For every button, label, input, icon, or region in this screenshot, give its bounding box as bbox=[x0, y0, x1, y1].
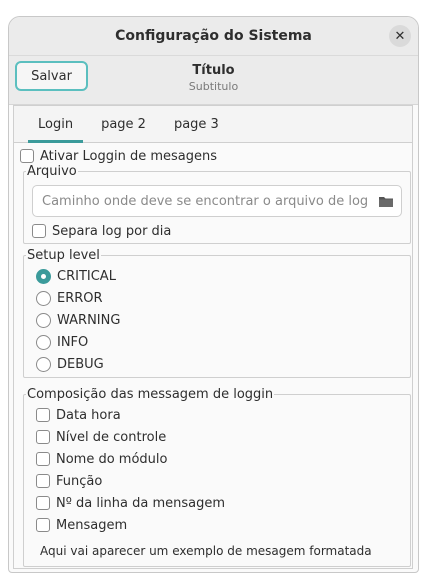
option-line-number-label: Nº da linha da mensagem bbox=[56, 495, 226, 511]
composition-group: Composição das messagem de loggin Data h… bbox=[23, 387, 411, 567]
composition-legend: Composição das messagem de loggin bbox=[27, 387, 274, 402]
option-function-row[interactable]: Função bbox=[36, 470, 225, 492]
close-button[interactable]: ✕ bbox=[389, 25, 411, 47]
setup-level-legend: Setup level bbox=[27, 248, 100, 263]
radio-critical-row[interactable]: CRITICAL bbox=[36, 265, 120, 287]
option-datetime-row[interactable]: Data hora bbox=[36, 404, 225, 426]
tab-login[interactable]: Login bbox=[24, 106, 87, 143]
radio-warning-row[interactable]: WARNING bbox=[36, 309, 120, 331]
option-module-row[interactable]: Nome do módulo bbox=[36, 448, 225, 470]
dialog-window: Configuração do Sistema ✕ Salvar Título … bbox=[8, 16, 419, 573]
split-by-day-label: Separa log por dia bbox=[52, 223, 172, 239]
notebook: Login page 2 page 3 Ativar Loggin de mes… bbox=[13, 105, 413, 569]
close-icon: ✕ bbox=[394, 28, 406, 44]
enable-logging-row[interactable]: Ativar Loggin de mesagens bbox=[20, 146, 217, 166]
option-message-row[interactable]: Mensagem bbox=[36, 514, 225, 536]
folder-icon[interactable] bbox=[375, 192, 397, 210]
radio-info-label: INFO bbox=[57, 334, 89, 350]
file-group: Arquivo Caminho onde deve se encontrar o… bbox=[23, 164, 411, 244]
window-title: Configuração do Sistema bbox=[115, 28, 312, 44]
radio-warning[interactable] bbox=[36, 312, 51, 328]
option-message-label: Mensagem bbox=[56, 517, 128, 533]
radio-debug-label: DEBUG bbox=[57, 356, 104, 372]
setup-level-group: Setup level CRITICAL ERROR WARNING INFO … bbox=[23, 248, 411, 378]
setup-level-list: CRITICAL ERROR WARNING INFO DEBUG bbox=[36, 265, 120, 375]
option-datetime-label: Data hora bbox=[56, 407, 121, 423]
option-line-number-row[interactable]: Nº da linha da mensagem bbox=[36, 492, 225, 514]
option-function-checkbox[interactable] bbox=[36, 474, 50, 488]
option-level-label: Nível de controle bbox=[56, 429, 167, 445]
composition-list: Data hora Nível de controle Nome do módu… bbox=[36, 404, 225, 536]
radio-error-row[interactable]: ERROR bbox=[36, 287, 120, 309]
split-by-day-checkbox[interactable] bbox=[32, 224, 46, 238]
radio-debug-row[interactable]: DEBUG bbox=[36, 353, 120, 375]
radio-critical[interactable] bbox=[36, 268, 51, 284]
radio-info-row[interactable]: INFO bbox=[36, 331, 120, 353]
header-subtitle: Subtitulo bbox=[188, 80, 239, 93]
radio-error[interactable] bbox=[36, 290, 51, 306]
file-group-legend: Arquivo bbox=[27, 164, 77, 179]
header-bar: Salvar Título Subtitulo bbox=[9, 56, 418, 105]
tab-bar: Login page 2 page 3 bbox=[14, 106, 412, 143]
enable-logging-label: Ativar Loggin de mesagens bbox=[40, 148, 218, 164]
log-path-input[interactable]: Caminho onde deve se encontrar o arquivo… bbox=[32, 185, 402, 217]
option-line-number-checkbox[interactable] bbox=[36, 496, 50, 510]
log-path-placeholder: Caminho onde deve se encontrar o arquivo… bbox=[42, 193, 369, 209]
option-level-row[interactable]: Nível de controle bbox=[36, 426, 225, 448]
radio-warning-label: WARNING bbox=[57, 312, 121, 328]
option-datetime-checkbox[interactable] bbox=[36, 408, 50, 422]
option-message-checkbox[interactable] bbox=[36, 518, 50, 532]
option-module-checkbox[interactable] bbox=[36, 452, 50, 466]
option-module-label: Nome do módulo bbox=[56, 451, 168, 467]
radio-debug[interactable] bbox=[36, 356, 51, 372]
tab-page-2[interactable]: page 2 bbox=[87, 106, 160, 142]
format-example-text: Aqui vai aparecer um exemplo de mesagem … bbox=[40, 544, 372, 558]
radio-error-label: ERROR bbox=[57, 290, 103, 306]
radio-critical-label: CRITICAL bbox=[57, 268, 116, 284]
option-level-checkbox[interactable] bbox=[36, 430, 50, 444]
tab-page-3[interactable]: page 3 bbox=[160, 106, 233, 142]
split-by-day-row[interactable]: Separa log por dia bbox=[32, 221, 171, 241]
title-bar: Configuração do Sistema ✕ bbox=[9, 17, 418, 56]
content-area: Login page 2 page 3 Ativar Loggin de mes… bbox=[9, 105, 418, 572]
enable-logging-checkbox[interactable] bbox=[20, 149, 34, 163]
header-title: Título bbox=[192, 63, 235, 78]
option-function-label: Função bbox=[56, 473, 103, 489]
radio-info[interactable] bbox=[36, 334, 51, 350]
